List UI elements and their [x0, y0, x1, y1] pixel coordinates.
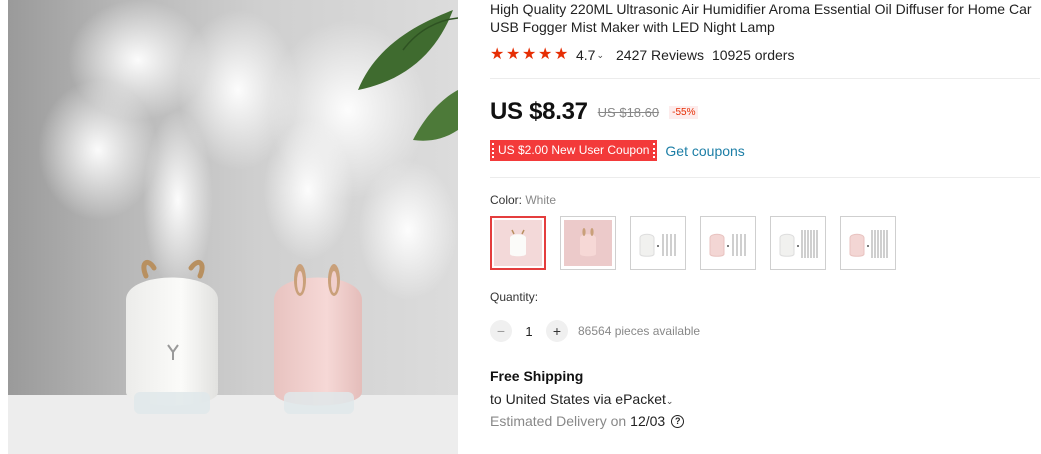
star-icon: ★	[506, 46, 521, 63]
stock-available: 86564 pieces available	[578, 324, 701, 338]
swatch-white-deer[interactable]	[490, 216, 546, 270]
product-info: High Quality 220ML Ultrasonic Air Humidi…	[490, 0, 1041, 454]
original-price: US $18.60	[597, 104, 660, 120]
coupon-row: US $2.00 New User Coupon Get coupons	[490, 140, 745, 161]
white-deer-kit-thumbnail	[639, 233, 676, 257]
divider	[490, 78, 1040, 79]
star-rating[interactable]: ★ ★ ★ ★ ★	[490, 47, 570, 63]
product-image[interactable]	[8, 0, 458, 454]
white-deer-kit-large-thumbnail	[779, 230, 818, 258]
price-row: US $8.37 US $18.60 -55%	[490, 98, 699, 126]
orders-count: 10925 orders	[711, 47, 795, 63]
swatch-white-deer-kit-large[interactable]	[770, 216, 826, 270]
color-label: Color: White	[490, 193, 556, 207]
swatch-pink-rabbit-kit[interactable]	[700, 216, 756, 270]
pink-rabbit-kit-thumbnail	[709, 233, 746, 257]
discount-badge: -55%	[669, 105, 699, 119]
coupon-badge[interactable]: US $2.00 New User Coupon	[490, 140, 658, 161]
chevron-down-icon[interactable]: ⌄	[596, 50, 604, 61]
delivery-date: 12/03	[630, 413, 666, 429]
rating-value[interactable]: 4.7	[576, 47, 595, 63]
white-deer-thumbnail	[494, 220, 542, 266]
divider	[490, 177, 1040, 178]
help-icon[interactable]: ?	[671, 414, 685, 428]
pink-rabbit-kit-large-thumbnail	[849, 230, 888, 258]
star-icon: ★	[538, 46, 553, 63]
quantity-label: Quantity:	[490, 290, 539, 304]
reviews-link[interactable]: 2427 Reviews	[616, 47, 704, 63]
get-coupons-link[interactable]: Get coupons	[665, 143, 744, 159]
decrease-quantity-button[interactable]: −	[490, 320, 512, 342]
delivery-label: Estimated Delivery on	[490, 413, 627, 429]
color-swatches	[490, 216, 910, 270]
quantity-stepper: − 1 + 86564 pieces available	[490, 320, 700, 342]
product-title: High Quality 220ML Ultrasonic Air Humidi…	[490, 1, 1032, 35]
pink-rabbit-thumbnail	[564, 220, 612, 266]
shipping-method[interactable]: to United States via ePacket⌄	[490, 391, 673, 407]
swatch-pink-rabbit-kit-large[interactable]	[840, 216, 896, 270]
rating-row: ★ ★ ★ ★ ★ 4.7 ⌄ 2427 Reviews 10925 order…	[490, 46, 794, 64]
shipping-title: Free Shipping	[490, 368, 584, 384]
estimated-delivery: Estimated Delivery on 12/03 ?	[490, 413, 685, 429]
humidifier-photo	[8, 0, 458, 454]
star-icon: ★	[490, 46, 505, 63]
quantity-input[interactable]: 1	[512, 324, 546, 339]
star-icon: ★	[554, 46, 569, 63]
chevron-down-icon[interactable]: ⌄	[666, 396, 674, 406]
increase-quantity-button[interactable]: +	[546, 320, 568, 342]
current-price: US $8.37	[490, 98, 588, 125]
swatch-white-deer-kit[interactable]	[630, 216, 686, 270]
swatch-pink-rabbit[interactable]	[560, 216, 616, 270]
color-selected-value: White	[525, 193, 557, 207]
shipping-method-text[interactable]: to United States via ePacket	[490, 391, 666, 407]
star-icon: ★	[522, 46, 537, 63]
color-label-text: Color:	[490, 193, 523, 207]
